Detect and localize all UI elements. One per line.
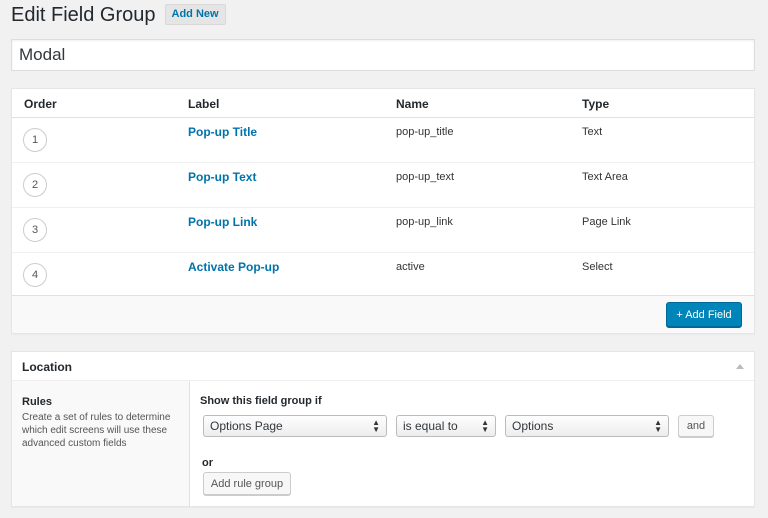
- location-header[interactable]: Location: [12, 352, 754, 381]
- field-label-link[interactable]: Pop-up Title: [188, 125, 257, 139]
- field-label-link[interactable]: Activate Pop-up: [188, 260, 279, 274]
- location-title: Location: [22, 360, 72, 374]
- field-row: 4 Activate Pop-up active Select: [12, 253, 754, 298]
- rule-operator-select[interactable]: is equal to ▲ ▼: [396, 415, 496, 437]
- collapse-arrow-icon[interactable]: [736, 364, 744, 369]
- field-row: 2 Pop-up Text pop-up_text Text Area: [12, 163, 754, 208]
- or-label: or: [202, 457, 213, 469]
- rules-editor: Show this field group if Options Page ▲ ▼…: [191, 381, 754, 506]
- select-arrows-icon: ▲ ▼: [654, 418, 662, 434]
- column-type: Type: [582, 97, 610, 111]
- column-order: Order: [24, 97, 57, 111]
- rule-param-select[interactable]: Options Page ▲ ▼: [203, 415, 387, 437]
- order-handle[interactable]: 1: [23, 128, 47, 152]
- add-new-button[interactable]: Add New: [164, 4, 226, 25]
- page-title: Edit Field Group: [11, 3, 156, 26]
- select-arrows-icon: ▲ ▼: [481, 418, 489, 434]
- add-rule-group-button[interactable]: Add rule group: [203, 472, 291, 495]
- field-type: Page Link: [582, 216, 631, 228]
- location-panel: Location Rules Create a set of rules to …: [11, 351, 755, 507]
- rules-title: Rules: [22, 396, 52, 408]
- field-label-link[interactable]: Pop-up Link: [188, 215, 257, 229]
- field-row: 3 Pop-up Link pop-up_link Page Link: [12, 208, 754, 253]
- rule-value-value: Options: [512, 419, 554, 433]
- rule-param-value: Options Page: [210, 419, 283, 433]
- order-handle[interactable]: 3: [23, 218, 47, 242]
- fields-panel: Order Label Name Type 1 Pop-up Title pop…: [11, 88, 755, 334]
- fields-table-header: Order Label Name Type: [12, 89, 754, 118]
- fields-footer: + Add Field: [12, 295, 754, 333]
- column-label: Label: [188, 97, 220, 111]
- field-name: pop-up_link: [396, 216, 453, 228]
- add-field-button[interactable]: + Add Field: [666, 302, 742, 327]
- page-header: Edit Field Group Add New: [11, 4, 226, 25]
- column-name: Name: [396, 97, 429, 111]
- field-type: Text Area: [582, 171, 628, 183]
- rules-description: Create a set of rules to determine which…: [22, 412, 171, 449]
- field-name: active: [396, 261, 425, 273]
- and-button[interactable]: and: [678, 415, 714, 437]
- order-handle[interactable]: 2: [23, 173, 47, 197]
- field-row: 1 Pop-up Title pop-up_title Text: [12, 118, 754, 163]
- rules-sidebar: Rules Create a set of rules to determine…: [12, 381, 190, 506]
- field-label-link[interactable]: Pop-up Text: [188, 170, 256, 184]
- field-name: pop-up_text: [396, 171, 455, 183]
- show-if-label: Show this field group if: [200, 395, 322, 407]
- field-type: Select: [582, 261, 613, 273]
- rule-operator-value: is equal to: [403, 419, 458, 433]
- order-handle[interactable]: 4: [23, 263, 47, 287]
- rule-value-select[interactable]: Options ▲ ▼: [505, 415, 669, 437]
- field-name: pop-up_title: [396, 126, 454, 138]
- field-type: Text: [582, 126, 603, 138]
- field-group-title-input[interactable]: Modal: [11, 39, 755, 71]
- select-arrows-icon: ▲ ▼: [372, 418, 380, 434]
